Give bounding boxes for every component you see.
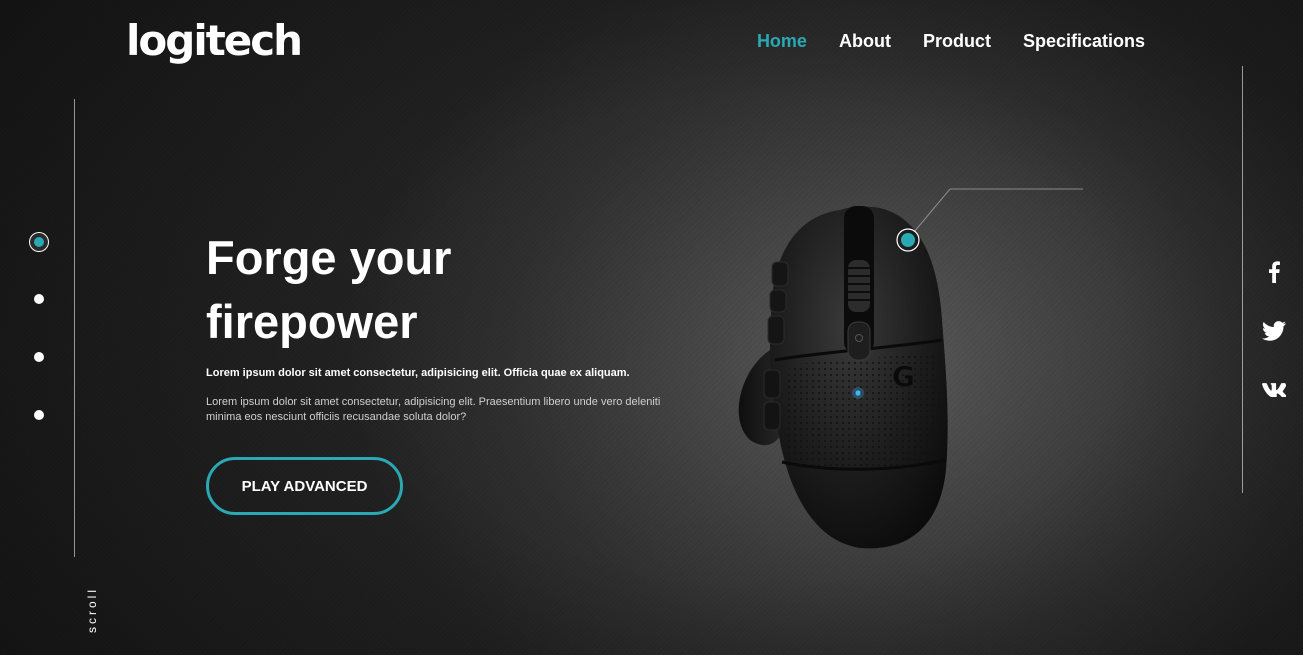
product-mouse-image: G [720,180,1100,560]
nav-about[interactable]: About [839,30,891,52]
slide-dot-4[interactable] [34,410,44,420]
main-nav: Home About Product Specifications [757,30,1145,52]
left-rail-line [74,99,75,557]
slide-dot-2[interactable] [34,294,44,304]
hero-title-line-2: firepower [206,295,418,348]
hero-title: Forge your firepower [206,226,566,354]
play-advanced-button[interactable]: PLAY ADVANCED [206,457,403,515]
slide-dot-1[interactable] [34,237,44,247]
facebook-icon[interactable] [1262,260,1286,284]
slide-dot-3[interactable] [34,352,44,362]
svg-text:G: G [892,360,915,393]
twitter-icon[interactable] [1262,319,1286,343]
nav-product[interactable]: Product [923,30,991,52]
vk-icon[interactable] [1262,378,1286,402]
logitech-logo[interactable]: logitech [126,20,303,62]
hero-body-text: Lorem ipsum dolor sit amet consectetur, … [206,396,661,423]
nav-home[interactable]: Home [757,30,807,52]
background-vignette [0,0,1303,655]
hero-title-line-1: Forge your [206,231,452,284]
background-texture [0,0,1303,655]
right-rail-line [1242,66,1243,493]
nav-specifications[interactable]: Specifications [1023,30,1145,52]
scroll-indicator[interactable]: scroll [85,587,99,633]
hero-lead-text: Lorem ipsum dolor sit amet consectetur, … [206,367,630,379]
